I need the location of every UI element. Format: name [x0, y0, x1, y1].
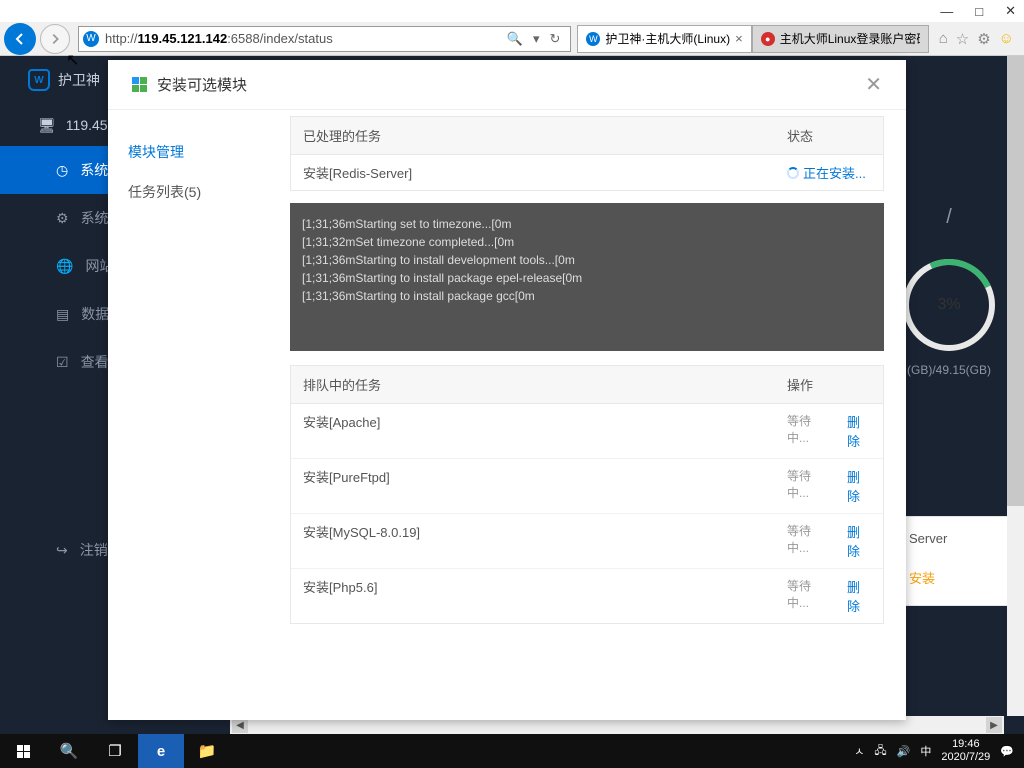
col-action: 操作 — [775, 366, 883, 403]
forward-button[interactable] — [40, 24, 70, 54]
queue-table: 排队中的任务 操作 安装[Apache] 等待中... 删除 安装[PureFt… — [290, 365, 884, 624]
volume-icon[interactable]: 🔊 — [897, 745, 911, 758]
ime-icon[interactable]: 中 — [920, 743, 931, 759]
gauge-circle: 3% — [903, 259, 995, 351]
back-button[interactable] — [4, 23, 36, 55]
close-button[interactable]: ✕ — [1005, 3, 1016, 19]
clock[interactable]: 19:462020/7/29 — [941, 738, 990, 764]
table-row: 安装[MySQL-8.0.19] 等待中... 删除 — [291, 514, 883, 569]
favorites-icon[interactable]: ☆ — [956, 30, 969, 48]
tab-favicon: W — [586, 32, 600, 46]
vertical-scrollbar[interactable] — [1007, 56, 1024, 716]
delete-link[interactable]: 删除 — [835, 404, 883, 458]
network-icon[interactable]: 🖧 — [874, 742, 886, 761]
logo-icon: W — [28, 69, 50, 91]
notification-icon[interactable]: 💬 — [1000, 745, 1014, 758]
modal-content: 已处理的任务 状态 安装[Redis-Server] 正在安装... [1;31… — [284, 110, 906, 720]
scroll-right-icon[interactable]: ▶ — [986, 717, 1002, 733]
modal-header: 安装可选模块 ✕ — [108, 60, 906, 110]
table-row: 安装[PureFtpd] 等待中... 删除 — [291, 459, 883, 514]
settings-icon[interactable]: ⚙ — [977, 30, 990, 48]
minimize-button[interactable]: — — [940, 4, 953, 19]
smile-icon[interactable]: ☺ — [999, 30, 1014, 48]
spinner-icon — [787, 167, 799, 179]
task-list-item[interactable]: 任务列表(5) — [108, 172, 284, 212]
dropdown-icon[interactable]: ▾ — [533, 31, 540, 47]
browser-toolbar: W http://119.45.121.142:6588/index/statu… — [0, 22, 1024, 56]
delete-link[interactable]: 删除 — [835, 569, 883, 623]
tray-up-icon[interactable]: ㅅ — [854, 743, 864, 759]
tab-favicon: ● — [761, 32, 775, 46]
maximize-button[interactable]: □ — [975, 4, 983, 19]
monitor-icon: 🖥 — [38, 117, 56, 134]
window-titlebar: — □ ✕ — [0, 0, 1024, 22]
installing-status: 正在安装... — [775, 155, 883, 190]
col-task: 已处理的任务 — [291, 117, 775, 154]
delete-link[interactable]: 删除 — [835, 514, 883, 568]
terminal-output: [1;31;36mStarting set to timezone...[0m … — [290, 203, 884, 351]
ie-button[interactable]: e — [138, 734, 184, 768]
address-bar[interactable]: W http://119.45.121.142:6588/index/statu… — [78, 26, 571, 52]
table-row: 安装[Redis-Server] 正在安装... — [291, 155, 883, 190]
table-row: 安装[Php5.6] 等待中... 删除 — [291, 569, 883, 623]
tab-close-icon[interactable]: × — [735, 31, 743, 46]
delete-link[interactable]: 删除 — [835, 459, 883, 513]
module-manage-link[interactable]: 模块管理 — [108, 132, 284, 172]
modules-icon — [132, 77, 147, 92]
server-card: Server 安装 — [894, 516, 1014, 606]
browser-tabs: W 护卫神·主机大师(Linux) × ● 主机大师Linux登录账户密码... — [577, 25, 928, 53]
search-button[interactable]: 🔍 — [46, 734, 92, 768]
site-icon: W — [83, 31, 99, 47]
modal-close-button[interactable]: ✕ — [865, 72, 882, 97]
search-icon[interactable]: 🔍 — [507, 31, 523, 47]
modal-sidebar: 模块管理 任务列表(5) — [108, 110, 284, 720]
windows-taskbar: 🔍 ❐ e 📁 ㅅ 🖧 🔊 中 19:462020/7/29 💬 — [0, 734, 1024, 768]
col-status: 状态 — [775, 117, 883, 154]
tab-active[interactable]: W 护卫神·主机大师(Linux) × — [577, 25, 751, 53]
url-text: http://119.45.121.142:6588/index/status — [105, 31, 501, 46]
table-row: 安装[Apache] 等待中... 删除 — [291, 404, 883, 459]
explorer-button[interactable]: 📁 — [184, 734, 230, 768]
refresh-icon[interactable]: ↻ — [550, 31, 561, 47]
install-link[interactable]: 安装 — [909, 568, 999, 587]
task-view-button[interactable]: ❐ — [92, 734, 138, 768]
processed-table: 已处理的任务 状态 安装[Redis-Server] 正在安装... — [290, 116, 884, 191]
start-button[interactable] — [0, 734, 46, 768]
col-queue: 排队中的任务 — [291, 366, 775, 403]
install-modal: 安装可选模块 ✕ 模块管理 任务列表(5) 已处理的任务 状态 安装[Redis… — [108, 60, 906, 720]
tab-inactive[interactable]: ● 主机大师Linux登录账户密码... — [752, 25, 929, 53]
home-icon[interactable]: ⌂ — [939, 30, 948, 48]
